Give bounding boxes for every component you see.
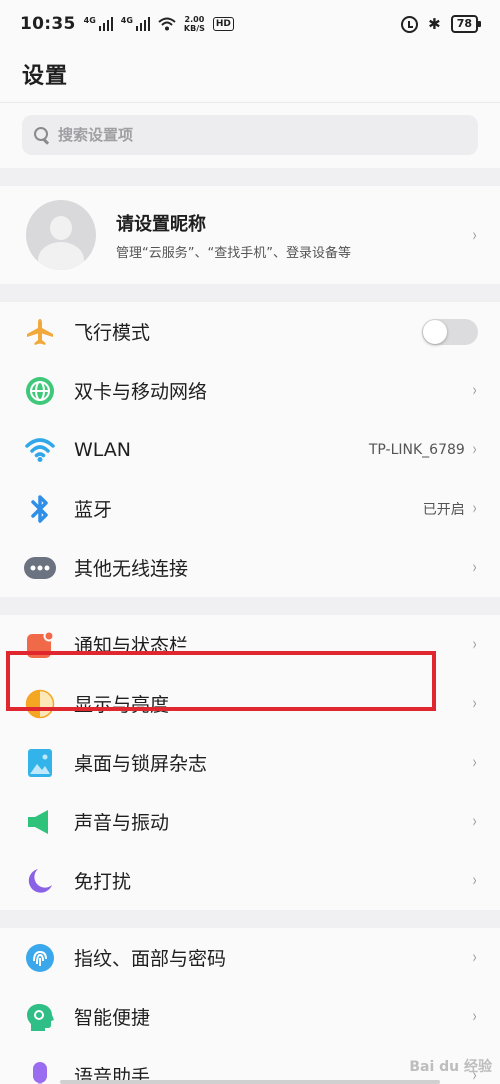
- settings-item-do-not-disturb[interactable]: 免打扰 ›: [0, 851, 500, 910]
- notification-icon: [24, 629, 56, 661]
- microphone-icon: [24, 1060, 56, 1084]
- chevron-right-icon: ›: [472, 224, 477, 246]
- chevron-right-icon: ›: [472, 811, 477, 832]
- settings-item-label: 桌面与锁屏杂志: [74, 753, 208, 775]
- settings-item-dual-sim[interactable]: 双卡与移动网络 ›: [0, 361, 500, 420]
- status-time: 10:35: [20, 14, 76, 34]
- settings-item-sound-vibration[interactable]: 声音与振动 ›: [0, 792, 500, 851]
- settings-item-smart-convenience[interactable]: 智能便捷 ›: [0, 987, 500, 1046]
- settings-item-wlan[interactable]: WLAN TP-LINK_6789 ›: [0, 420, 500, 479]
- settings-item-label: 声音与振动: [74, 812, 170, 834]
- profile-card: 请设置昵称 管理“云服务”、“查找手机”、登录设备等 ›: [0, 186, 500, 284]
- settings-item-label: 显示与亮度: [74, 694, 170, 716]
- settings-item-label: 指纹、面部与密码: [74, 948, 227, 970]
- profile-name: 请设置昵称: [116, 213, 206, 235]
- search-input[interactable]: [58, 126, 438, 144]
- chevron-right-icon: ›: [472, 1006, 477, 1027]
- bluetooth-status-icon: ✱: [428, 15, 441, 33]
- chevron-right-icon: ›: [472, 498, 477, 519]
- settings-item-label: WLAN: [74, 438, 132, 461]
- chevron-right-icon: ›: [472, 752, 477, 773]
- settings-item-desktop-lockscreen[interactable]: 桌面与锁屏杂志 ›: [0, 733, 500, 792]
- airplane-mode-toggle[interactable]: [422, 318, 478, 345]
- wifi-icon: [24, 434, 56, 466]
- bluetooth-status: 已开启: [422, 501, 465, 518]
- settings-item-label: 智能便捷: [74, 1007, 151, 1029]
- moon-icon: [24, 865, 56, 897]
- wlan-network-name: TP-LINK_6789: [368, 441, 465, 458]
- settings-item-label: 其他无线连接: [74, 558, 189, 580]
- brightness-icon: [24, 688, 56, 720]
- battery-icon: 78: [450, 15, 482, 33]
- settings-item-bluetooth[interactable]: 蓝牙 已开启 ›: [0, 479, 500, 538]
- status-bar: 10:35 4G 4G 2.00 KB/S HD ✱ 78: [0, 0, 500, 48]
- smart-head-icon: [24, 1001, 56, 1033]
- settings-item-label: 双卡与移动网络: [74, 381, 208, 403]
- settings-item-label: 蓝牙: [74, 499, 113, 521]
- page-title: 设置: [22, 64, 69, 89]
- airplane-icon: [24, 316, 56, 348]
- avatar: [26, 200, 96, 270]
- speaker-icon: [24, 806, 56, 838]
- bluetooth-icon: [24, 493, 56, 525]
- settings-item-display-brightness[interactable]: 显示与亮度 ›: [0, 674, 500, 733]
- globe-icon: [24, 375, 56, 407]
- network-speed: 2.00 KB/S: [183, 15, 205, 33]
- display-group: 通知与状态栏 › 显示与亮度 › 桌面与锁屏杂志 › 声音与振动 › 免打扰 ›: [0, 615, 500, 910]
- chevron-right-icon: ›: [472, 380, 477, 401]
- settings-item-notifications[interactable]: 通知与状态栏 ›: [0, 615, 500, 674]
- alarm-icon: [401, 15, 419, 33]
- more-dots-icon: [24, 552, 56, 584]
- wifi-status-icon: [158, 17, 176, 31]
- navigation-bar[interactable]: [60, 1080, 440, 1084]
- search-bar[interactable]: [22, 115, 478, 155]
- settings-item-fingerprint-face-password[interactable]: 指纹、面部与密码 ›: [0, 928, 500, 987]
- settings-item-other-wireless[interactable]: 其他无线连接 ›: [0, 538, 500, 597]
- search-icon: [34, 127, 50, 143]
- search-section: [0, 102, 500, 168]
- signal-2-icon: 4G: [121, 17, 150, 31]
- fingerprint-icon: [24, 942, 56, 974]
- chevron-right-icon: ›: [472, 947, 477, 968]
- settings-item-label: 免打扰: [74, 871, 132, 893]
- connectivity-group: 飞行模式 双卡与移动网络 › WLAN TP-LINK_6789 › 蓝牙 已开…: [0, 302, 500, 597]
- chevron-right-icon: ›: [472, 439, 477, 460]
- wallpaper-icon: [24, 747, 56, 779]
- profile-row[interactable]: 请设置昵称 管理“云服务”、“查找手机”、登录设备等 ›: [0, 186, 500, 284]
- watermark: Bai du 经验: [409, 1059, 492, 1075]
- hd-icon: HD: [212, 17, 234, 31]
- profile-description: 管理“云服务”、“查找手机”、登录设备等: [116, 245, 351, 261]
- settings-item-label: 飞行模式: [74, 322, 151, 344]
- settings-item-airplane-mode[interactable]: 飞行模式: [0, 302, 500, 361]
- chevron-right-icon: ›: [472, 557, 477, 578]
- page-header: 设置: [0, 48, 500, 102]
- chevron-right-icon: ›: [472, 870, 477, 891]
- settings-item-label: 通知与状态栏: [74, 635, 189, 657]
- signal-1-icon: 4G: [84, 17, 113, 31]
- chevron-right-icon: ›: [472, 634, 477, 655]
- chevron-right-icon: ›: [472, 693, 477, 714]
